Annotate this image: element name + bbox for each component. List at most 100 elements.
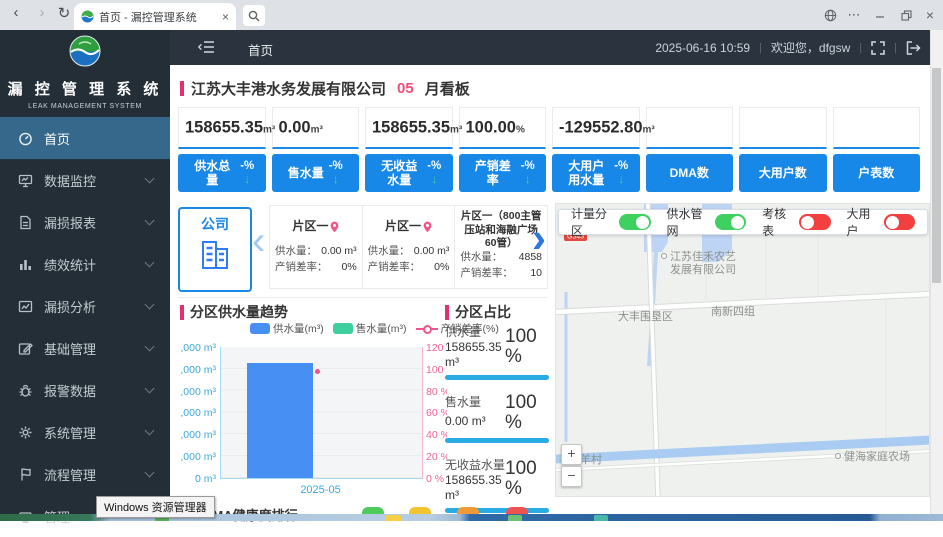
scrollbar-thumb[interactable]	[932, 68, 941, 283]
window-minimize-icon[interactable]	[871, 6, 889, 24]
fullscreen-icon[interactable]	[871, 41, 885, 55]
browser-globe-icon[interactable]	[821, 6, 839, 24]
board-month: 05	[397, 80, 414, 97]
carousel-next-icon[interactable]: ›	[532, 217, 546, 259]
company-card[interactable]: 公司	[178, 207, 252, 292]
sidebar-item-leak-analysis[interactable]: 漏损分析	[0, 285, 170, 327]
page-title: 江苏大丰港水务发展有限公司 05 月看板	[180, 78, 470, 99]
map-label-company2: 发展有限公司	[670, 262, 736, 276]
large-user-count-button[interactable]: 大用户数	[739, 154, 827, 192]
toggle-switch[interactable]	[619, 214, 650, 230]
tab-title: 首页 - 漏控管理系统	[99, 9, 217, 25]
analysis-icon	[18, 299, 33, 314]
kpi-card-sales: 0.00m³	[272, 107, 360, 149]
browser-tab[interactable]: 首页 - 漏控管理系统 ×	[74, 3, 236, 30]
search-icon[interactable]	[243, 5, 265, 26]
sidebar-item-system-management[interactable]: 系统管理	[0, 411, 170, 453]
progress-bar	[445, 375, 549, 380]
divider	[178, 297, 548, 298]
logout-icon[interactable]	[906, 41, 921, 55]
sidebar-item-alarm-data[interactable]: 报警数据	[0, 369, 170, 411]
app-header: 首页 2025-06-16 10:59 | 欢迎您，dfgsw | |	[170, 30, 943, 65]
supply-total-button[interactable]: 供水总量-%↓	[178, 154, 266, 192]
menu-collapse-icon[interactable]	[198, 40, 215, 54]
more-menu-icon[interactable]: ⋯	[845, 6, 863, 24]
map-zoom-out-button[interactable]: −	[561, 466, 582, 487]
district-card[interactable]: 片区一 供水量：0.00 m³ 产销差率：0%	[362, 205, 456, 289]
browser-reload-icon[interactable]: ↻	[54, 4, 74, 22]
map-label-area1: 大丰围垦区	[618, 309, 673, 323]
nrw-rate-button[interactable]: 产销差率-%↓	[459, 154, 547, 192]
dashboard-icon	[18, 131, 33, 146]
ratio-percent: 100 %	[505, 393, 549, 433]
trend-line-point[interactable]	[315, 369, 320, 374]
tab-home[interactable]: 首页	[248, 40, 273, 59]
carousel-prev-icon[interactable]: ‹	[252, 221, 265, 261]
app-title: 漏 控 管 理 系 统	[0, 78, 170, 99]
district-card[interactable]: 片区一 供水量：0.00 m³ 产销差率：0%	[269, 205, 363, 289]
taskbar-app-icon[interactable]	[594, 515, 608, 521]
datetime: 2025-06-16 10:59	[655, 41, 750, 55]
ratio-percent: 100 %	[505, 327, 549, 367]
report-icon	[18, 215, 33, 230]
chevron-down-icon	[145, 258, 155, 268]
progress-bar	[445, 438, 549, 443]
sales-button[interactable]: 售水量-%↓	[272, 154, 360, 192]
kpi-card-large-user: -129552.80m³	[552, 107, 640, 149]
sidebar-item-leak-report[interactable]: 漏损报表	[0, 201, 170, 243]
ratio-percent: 100 %	[505, 459, 549, 499]
tab-close-icon[interactable]: ×	[222, 10, 229, 24]
flow-icon	[18, 467, 33, 482]
kpi-card-row: 158655.35m³ 0.00m³ 158655.35m³ 100.00% -…	[178, 107, 920, 149]
window-close-icon[interactable]: ×	[921, 6, 939, 24]
browser-chrome: ‹ › ↻ 首页 - 漏控管理系统 × ⋯ ×	[0, 0, 943, 30]
legend-sales[interactable]: 售水量(m³)	[333, 321, 407, 336]
toggle-assessment-meter: 考核表	[762, 205, 830, 239]
tab-favicon	[81, 10, 94, 23]
map-layer-toggles: 计量分区 供水管网 考核表 大用户	[558, 209, 928, 235]
down-arrow-icon: ↓	[244, 173, 250, 186]
chevron-down-icon	[145, 342, 155, 352]
taskbar-app-icon[interactable]	[508, 515, 522, 521]
sidebar: 漏 控 管 理 系 统 LEAK MANAGEMENT SYSTEM 首页 数据…	[0, 30, 170, 521]
toggle-switch[interactable]	[884, 214, 915, 230]
monitor-icon	[18, 173, 33, 188]
meter-count-button[interactable]: 户表数	[833, 154, 921, 192]
y2-axis-label: 120 %	[426, 342, 447, 354]
browser-forward-icon[interactable]: ›	[32, 4, 52, 21]
sidebar-item-home[interactable]: 首页	[0, 117, 170, 159]
down-arrow-icon: ↓	[525, 173, 531, 186]
title-accent-bar	[180, 81, 184, 96]
down-arrow-icon: ↓	[431, 173, 437, 186]
y2-axis-label: 60 %	[426, 407, 447, 419]
chevron-down-icon	[145, 426, 155, 436]
toggle-switch[interactable]	[715, 214, 746, 230]
map-canvas[interactable]: G343 江苏佳禾农艺 发展有限公司 大丰围垦区 南新四组 羊村 健海家庭农场 …	[555, 203, 930, 497]
welcome-user: 欢迎您，dfgsw	[771, 39, 850, 56]
sidebar-item-process-management[interactable]: 流程管理	[0, 453, 170, 495]
non-revenue-button[interactable]: 无收益水量-%↓	[365, 154, 453, 192]
trend-bar[interactable]	[247, 363, 313, 478]
map-zoom-in-button[interactable]: +	[561, 444, 582, 465]
sidebar-item-performance-stats[interactable]: 绩效统计	[0, 243, 170, 285]
ratio-list: 供水量 100 % 158655.35 m³ 售水量 100 % 0.00 m³…	[445, 323, 549, 526]
legend-supply[interactable]: 供水量(m³)	[250, 321, 324, 336]
toggle-switch[interactable]	[799, 214, 830, 230]
dma-count-button[interactable]: DMA数	[646, 154, 734, 192]
browser-back-icon[interactable]: ‹	[6, 4, 26, 21]
y-axis-label: ,000 m³	[170, 342, 216, 354]
taskbar-folder-icon[interactable]	[385, 515, 401, 521]
sidebar-menu: 首页 数据监控 漏损报表 绩效统计 漏损分析 基础管理 报警数据 系统管理	[0, 117, 170, 537]
toggle-metering-zone: 计量分区	[571, 205, 651, 239]
large-user-usage-button[interactable]: 大用户用水量-%↓	[552, 154, 640, 192]
window-restore-icon[interactable]	[897, 6, 915, 24]
y-axis-label: 0 m³	[170, 473, 216, 485]
kpi-card-non-revenue: 158655.35m³	[365, 107, 453, 149]
app-logo	[69, 35, 101, 67]
trend-section-title: 分区供水量趋势	[180, 302, 288, 322]
sidebar-item-basic-management[interactable]: 基础管理	[0, 327, 170, 369]
sidebar-item-data-monitor[interactable]: 数据监控	[0, 159, 170, 201]
building-icon	[197, 237, 233, 273]
y2-axis-label: 0 %	[426, 473, 447, 485]
kpi-button-row: 供水总量-%↓ 售水量-%↓ 无收益水量-%↓ 产销差率-%↓ 大用户用水量-%…	[178, 154, 920, 192]
